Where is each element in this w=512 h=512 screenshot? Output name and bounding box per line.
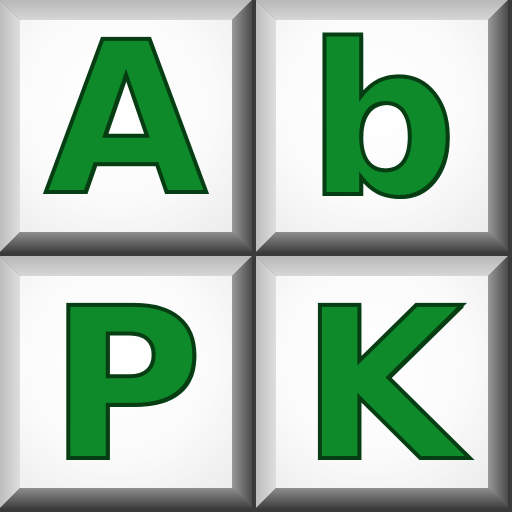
tile-bevel-left bbox=[256, 0, 276, 252]
tile-face: A bbox=[20, 13, 232, 232]
tile-letter: K bbox=[299, 263, 466, 508]
tile-face: b bbox=[276, 0, 488, 244]
tile-bevel-right bbox=[232, 0, 252, 252]
tile-bevel-left bbox=[0, 256, 20, 508]
tile-bevel-right bbox=[488, 0, 508, 252]
tile-face: P bbox=[20, 263, 232, 508]
tile-letter: A bbox=[43, 0, 210, 242]
letter-tile-grid: A b P K bbox=[0, 0, 512, 512]
tile-bevel-left bbox=[256, 256, 276, 508]
letter-tile-p[interactable]: P bbox=[0, 256, 252, 508]
tile-letter: b bbox=[305, 0, 459, 244]
letter-tile-a[interactable]: A bbox=[0, 0, 252, 252]
tile-bevel-left bbox=[0, 0, 20, 252]
tile-letter: P bbox=[47, 263, 205, 508]
letter-tile-k[interactable]: K bbox=[256, 256, 508, 508]
tile-bevel-right bbox=[232, 256, 252, 508]
tile-bevel-right bbox=[488, 256, 508, 508]
tile-face: K bbox=[276, 263, 488, 508]
letter-tile-b[interactable]: b bbox=[256, 0, 508, 252]
